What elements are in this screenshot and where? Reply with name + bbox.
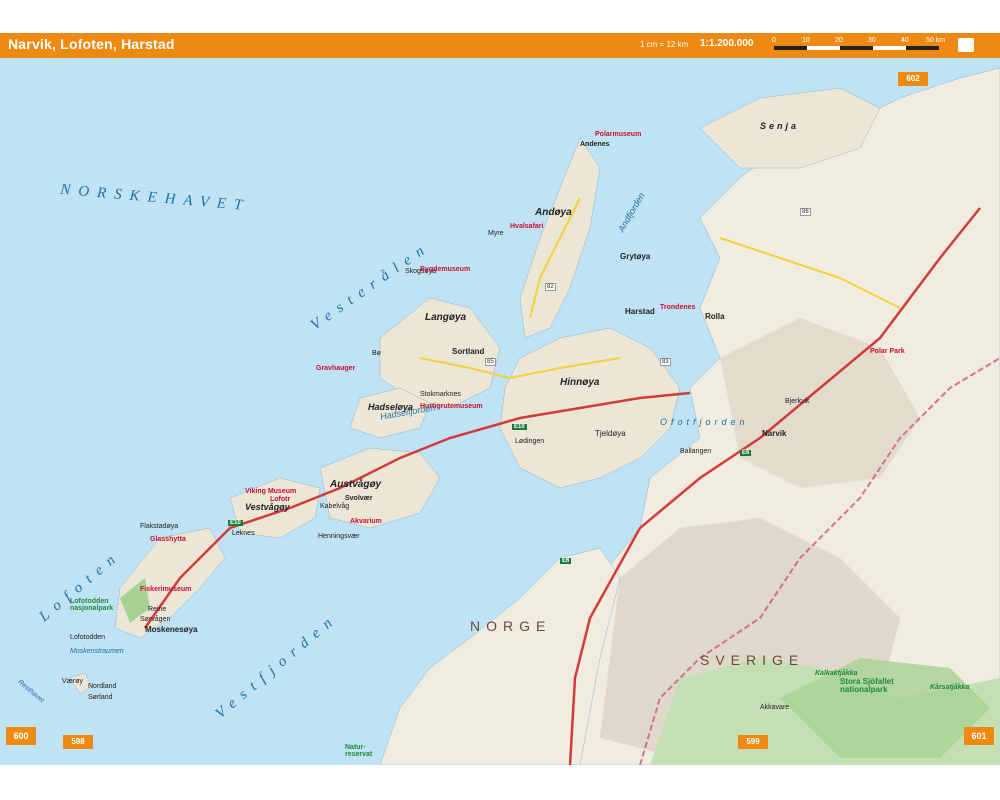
page-number-right[interactable]: 601 [964, 727, 994, 745]
sight-fiskerimuseum: Fiskerimuseum [140, 586, 192, 593]
town-label-svolvaer: Svolvær [345, 495, 373, 502]
road-shield-83: 83 [660, 358, 671, 366]
island-label-senja: Senja [760, 121, 800, 131]
town-label-ballangen: Ballangen [680, 448, 712, 455]
sight-gravhauger: Gravhauger [316, 365, 356, 372]
road-shield-86: 86 [800, 208, 811, 216]
island-label-langoya: Langøya [425, 312, 467, 323]
sight-bygdemuseum: Bygdemuseum [420, 266, 471, 273]
sight-polarmuseum: Polarmuseum [595, 131, 642, 138]
island-label-vestvagoy: Vestvågøy [245, 502, 290, 512]
route-shield-e6-2: E6 [560, 558, 572, 564]
country-label-sverige: SVERIGE [700, 652, 805, 668]
book-icon[interactable] [958, 38, 974, 52]
town-label-harstad: Harstad [625, 307, 655, 316]
page-number-left[interactable]: 600 [6, 727, 36, 745]
town-label-henningsvaer: Henningsvær [318, 533, 360, 540]
sight-trondenes: Trondenes [660, 304, 696, 311]
island-label-rolla: Rolla [705, 312, 725, 321]
town-label-lofotodden: Lofotodden [70, 634, 106, 641]
page-footer [0, 765, 1000, 800]
page-link-599[interactable]: 599 [738, 735, 768, 749]
sight-hvalsafari: Hvalsafari [510, 223, 544, 230]
scale-tick-30: 30 [868, 37, 876, 44]
town-label-andenes: Andenes [580, 141, 610, 148]
park-label-stora-sjofallet: Stora Sjöfallet nationalpark [840, 677, 894, 694]
scale-bar: 0 10 20 30 40 50 km [772, 37, 945, 50]
map-canvas[interactable]: NORSKEHAVET Vesterålen Lofoten Vestfjord… [0, 58, 1000, 765]
scale-text: 1 cm = 12 km [640, 40, 689, 49]
sight-hurtigrutemuseum: Hurtigrutemuseum [420, 403, 483, 410]
scale-tick-50: 50 km [926, 37, 945, 44]
road-shield-85: 85 [485, 358, 496, 366]
town-label-bjerkvik: Bjerkvik [785, 398, 810, 405]
sight-glasshytta: Glasshytta [150, 536, 186, 543]
map-geography [69, 67, 1000, 765]
island-label-andoya: Andøya [535, 207, 572, 218]
town-label-sortland: Sortland [452, 347, 485, 356]
island-label-grytoya: Grytøya [620, 252, 651, 261]
island-label-hadseloya: Hadseløya [368, 402, 414, 412]
park-label-natur-reservat: Natur-reservat [345, 744, 373, 758]
island-label-hinnoya: Hinnøya [560, 377, 600, 388]
town-label-bo: Bø [372, 350, 381, 357]
map-header: Narvik, Lofoten, Harstad 1 cm = 12 km 1:… [0, 33, 1000, 58]
country-label-norge: NORGE [470, 618, 552, 634]
town-label-leknes: Leknes [232, 530, 255, 537]
park-label-lofotodden: Lofotodden nasjonalpark [70, 598, 114, 612]
town-label-sorvagen: Sørvågen [140, 616, 171, 623]
island-hinnoya [499, 327, 681, 489]
place-label-akkavare: Akkavare [760, 704, 790, 711]
scale-tick-20: 20 [835, 37, 843, 44]
route-shield-e10: E10 [228, 520, 243, 526]
town-label-myre: Myre [488, 230, 504, 237]
scale-tick-0: 0 [772, 37, 776, 44]
page-link-602[interactable]: 602 [898, 72, 928, 86]
town-label-kabelvag: Kabelvåg [320, 503, 350, 510]
route-shield-e6: E6 [740, 450, 752, 456]
scale-ratio: 1:1.200.000 [700, 38, 754, 49]
page-title: Narvik, Lofoten, Harstad [8, 36, 175, 52]
sea-label-moskenstraumen: Moskenstraumen [70, 648, 124, 655]
sea-label-ofotfjorden: Ofotfjorden [660, 417, 749, 427]
sight-lofotr: Lofotr [270, 496, 291, 503]
island-label-austvagoy: Austvågøy [330, 479, 382, 490]
town-label-narvik: Narvik [762, 429, 787, 438]
scale-tick-40: 40 [901, 37, 909, 44]
sight-viking-museum: Viking Museum [245, 488, 297, 495]
island-label-moskenesoya: Moskenesøya [145, 625, 198, 634]
island-label-tjeldoya: Tjeldøya [595, 429, 626, 438]
page-link-598[interactable]: 598 [63, 735, 93, 749]
sight-polar-park: Polar Park [870, 348, 905, 355]
island-label-flakstadoya: Flakstadøya [140, 523, 179, 530]
town-label-reine: Reine [148, 606, 167, 613]
scale-tick-10: 10 [802, 37, 810, 44]
road-shield-82: 82 [545, 283, 556, 291]
sight-akvarium: Akvarium [350, 518, 382, 525]
town-label-lodingen: Lødingen [515, 438, 545, 445]
southern-coast [379, 547, 621, 765]
route-shield-e10-2: E10 [512, 424, 527, 430]
park-label-kalkaktjakka: Kalkaktjåkka [815, 670, 858, 677]
island-label-vaeroy: Værøy [62, 678, 83, 685]
town-label-sorland: Sørland [88, 694, 113, 701]
park-label-karsattjakka: Kårsatjåkka [930, 684, 970, 691]
town-label-stokmarknes: Stokmarknes [420, 391, 461, 398]
town-label-nordland: Nordland [88, 683, 117, 690]
